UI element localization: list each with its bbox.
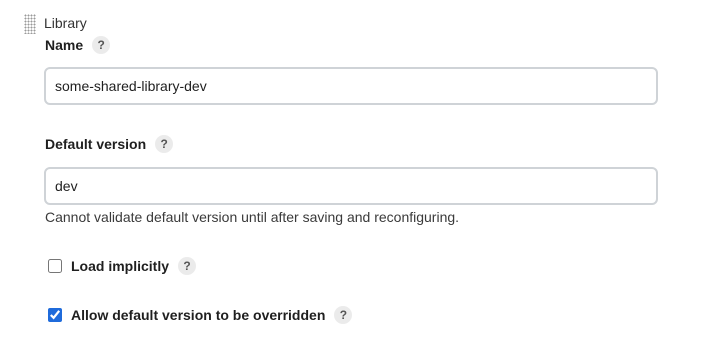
name-help-icon[interactable]: ? xyxy=(92,36,111,54)
load-implicitly-help-icon[interactable]: ? xyxy=(178,257,197,275)
allow-override-checkbox[interactable] xyxy=(48,308,62,322)
load-implicitly-row[interactable]: Load implicitly ? xyxy=(48,257,197,275)
load-implicitly-checkbox[interactable] xyxy=(48,259,62,273)
default-version-label-row: Default version ? xyxy=(45,135,174,153)
default-version-input[interactable] xyxy=(44,167,658,205)
section-title: Library xyxy=(44,15,87,31)
default-version-validation-hint: Cannot validate default version until af… xyxy=(45,209,460,225)
allow-override-help-icon[interactable]: ? xyxy=(334,306,353,324)
allow-override-label: Allow default version to be overridden xyxy=(71,307,326,323)
name-field-label-row: Name ? xyxy=(45,36,111,54)
name-label: Name xyxy=(45,37,84,53)
default-version-help-icon[interactable]: ? xyxy=(155,135,174,153)
default-version-label: Default version xyxy=(45,136,147,152)
allow-override-row[interactable]: Allow default version to be overridden ? xyxy=(48,306,353,324)
load-implicitly-label: Load implicitly xyxy=(71,258,170,274)
drag-handle-icon[interactable] xyxy=(24,14,36,34)
name-input[interactable] xyxy=(44,67,658,105)
